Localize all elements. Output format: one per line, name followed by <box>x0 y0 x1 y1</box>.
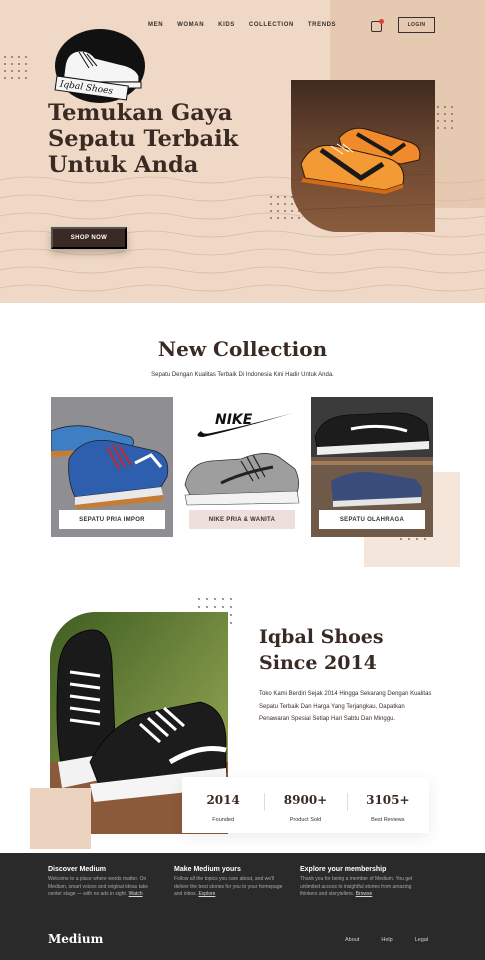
svg-text:NIKE: NIKE <box>215 412 253 428</box>
stat-label: Product Sold <box>289 817 322 823</box>
hero-section: MEN WOMAN KIDS COLLECTION TRENDS LOGIN I… <box>0 0 485 303</box>
about-description: Toko Kami Berdiri Sejak 2014 Hingga Seka… <box>259 691 432 722</box>
product-card-nike[interactable]: NIKE NIKE PRIA & WANITA <box>181 397 303 537</box>
stats-panel: 2014 Founded 8900+ Product Sold 3105+ Be… <box>182 777 429 833</box>
card-label-nike: NIKE PRIA & WANITA <box>189 510 295 529</box>
footer-column-membership: Explore your membership Thank you for be… <box>300 866 415 899</box>
nav-item-collection[interactable]: COLLECTION <box>249 22 294 28</box>
footer-column-discover: Discover Medium Welcome to a place where… <box>48 866 163 899</box>
hero-product-photo <box>291 80 435 232</box>
card-label-olahraga: SEPATU OLAHRAGA <box>319 510 425 529</box>
collection-subtitle: Sepatu Dengan Kualitas Terbaik Di Indone… <box>151 372 334 378</box>
collection-title: New Collection <box>157 337 328 361</box>
footer-column-text: Thank you for being a member of Medium. … <box>300 876 413 897</box>
footer-column-title: Explore your membership <box>300 866 387 873</box>
about-decorative-square <box>30 788 91 849</box>
stat-label: Best Reviews <box>371 817 405 823</box>
footer-link-about[interactable]: About <box>345 937 359 943</box>
main-nav: MEN WOMAN KIDS COLLECTION TRENDS <box>148 22 350 28</box>
footer-link-help[interactable]: Help <box>381 937 392 943</box>
shop-now-button[interactable]: SHOP NOW <box>51 227 127 249</box>
footer-column-title: Discover Medium <box>48 866 106 873</box>
cart-icon[interactable] <box>371 19 384 32</box>
about-title-line1: Iqbal Shoes <box>259 626 384 648</box>
footer-link-explore[interactable]: Explore <box>198 891 215 897</box>
footer-link-watch[interactable]: Watch <box>129 891 143 897</box>
product-card-impor[interactable]: SEPATU PRIA IMPOR <box>51 397 173 537</box>
site-footer: Discover Medium Welcome to a place where… <box>0 853 485 960</box>
nav-item-woman[interactable]: WOMAN <box>177 22 204 28</box>
nav-item-kids[interactable]: KIDS <box>218 22 235 28</box>
footer-column-text: Follow all the topics you care about, an… <box>174 876 283 897</box>
nav-item-men[interactable]: MEN <box>148 22 163 28</box>
footer-link-browse[interactable]: Browse <box>356 891 373 897</box>
footer-column-make-yours: Make Medium yours Follow all the topics … <box>174 866 289 899</box>
nav-item-trends[interactable]: TRENDS <box>308 22 336 28</box>
brand-logo[interactable]: Iqbal Shoes <box>53 28 148 108</box>
footer-column-title: Make Medium yours <box>174 866 241 873</box>
login-button[interactable]: LOGIN <box>398 17 435 33</box>
footer-brand[interactable]: Medium <box>48 932 103 946</box>
about-title: Iqbal Shoes Since 2014 <box>259 624 459 676</box>
stat-value: 8900+ <box>283 793 328 807</box>
stat-best-reviews: 3105+ Best Reviews <box>346 777 429 833</box>
stat-founded: 2014 Founded <box>182 777 264 833</box>
stat-product-sold: 8900+ Product Sold <box>264 777 346 833</box>
stat-label: Founded <box>212 817 235 823</box>
hero-title: Temukan Gaya Sepatu Terbaik Untuk Anda <box>48 100 239 178</box>
about-title-line2: Since 2014 <box>259 652 377 674</box>
footer-link-legal[interactable]: Legal <box>415 937 428 943</box>
stat-value: 3105+ <box>366 793 410 807</box>
product-card-olahraga[interactable]: SEPATU OLAHRAGA <box>311 397 433 537</box>
footer-column-text: Welcome to a place where words matter. O… <box>48 876 149 897</box>
stat-value: 2014 <box>206 793 240 807</box>
dot-grid-left <box>4 56 27 79</box>
dot-grid-right <box>437 106 453 129</box>
footer-links: About Help Legal <box>345 937 450 943</box>
card-label-impor: SEPATU PRIA IMPOR <box>59 510 165 529</box>
